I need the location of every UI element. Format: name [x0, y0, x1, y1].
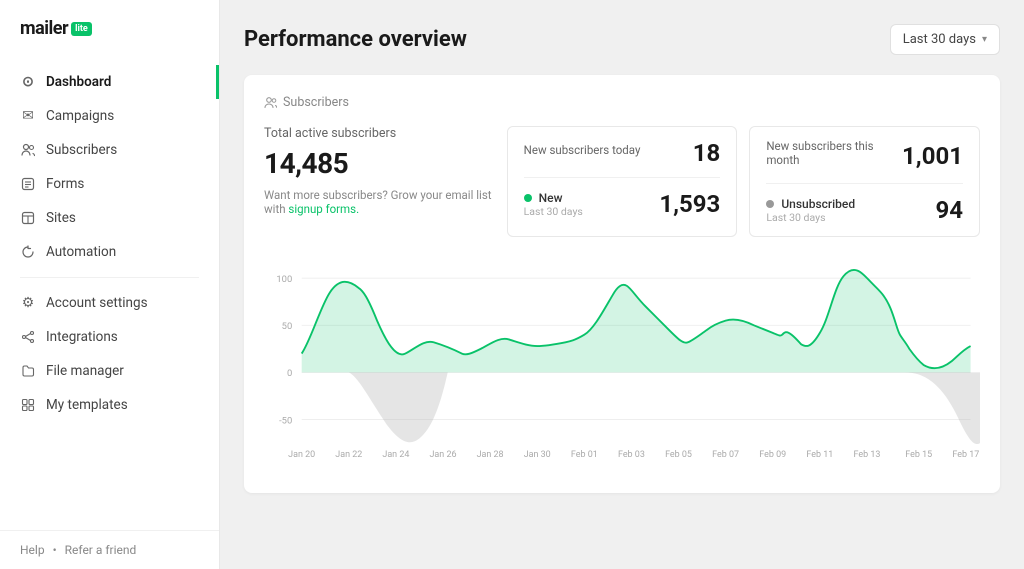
signup-forms-link[interactable]: signup forms.: [288, 202, 359, 216]
date-filter-button[interactable]: Last 30 days ▾: [890, 24, 1000, 55]
svg-text:Feb 17: Feb 17: [952, 450, 979, 460]
chevron-down-icon: ▾: [982, 34, 987, 45]
svg-text:Jan 20: Jan 20: [288, 450, 315, 460]
logo-badge: lite: [71, 22, 92, 36]
unsub-label: Unsubscribed: [781, 197, 855, 211]
svg-text:Feb 03: Feb 03: [618, 450, 645, 460]
sidebar-item-label: Dashboard: [46, 74, 111, 90]
new-label: New: [539, 191, 563, 205]
sidebar-item-label: File manager: [46, 363, 124, 379]
total-subscribers-block: Total active subscribers 14,485 Want mor…: [264, 126, 495, 237]
svg-text:Feb 15: Feb 15: [905, 450, 932, 460]
new-subs-area: [302, 270, 971, 372]
sidebar-item-label: Automation: [46, 244, 116, 260]
total-label: Total active subscribers: [264, 126, 495, 141]
help-link[interactable]: Help: [20, 543, 45, 557]
sidebar-item-forms[interactable]: Forms: [0, 167, 219, 201]
unsub-value: 94: [935, 196, 963, 224]
chart-svg: 100 50 0 -50 Jan 20 Jan 22 Jan 24 Jan 26…: [264, 253, 980, 473]
svg-text:Jan 24: Jan 24: [382, 450, 409, 460]
page-header: Performance overview Last 30 days ▾: [244, 24, 1000, 55]
new-today-value: 18: [693, 139, 721, 167]
logo: mailerlite: [0, 0, 219, 57]
refer-link[interactable]: Refer a friend: [65, 543, 137, 557]
nav-divider: [20, 277, 199, 278]
integrations-icon: [20, 329, 36, 345]
unsub-dot: [766, 200, 774, 208]
footer-separator: •: [53, 543, 57, 557]
automation-icon: [20, 244, 36, 260]
sites-icon: [20, 210, 36, 226]
unsub-area: [302, 372, 980, 444]
sidebar-item-label: Forms: [46, 176, 84, 192]
svg-text:Jan 26: Jan 26: [430, 450, 457, 460]
sidebar-item-label: My templates: [46, 397, 128, 413]
col2-stats: New subscribers today 18 New Last 30 day…: [507, 126, 738, 237]
svg-text:100: 100: [276, 274, 292, 285]
svg-text:-50: -50: [279, 415, 292, 426]
unsub-sublabel: Last 30 days: [766, 211, 855, 224]
section-subscribers-label: Subscribers: [283, 95, 349, 110]
svg-text:50: 50: [282, 321, 293, 332]
subscribers-chart: 100 50 0 -50 Jan 20 Jan 22 Jan 24 Jan 26…: [264, 253, 980, 473]
svg-text:Feb 07: Feb 07: [712, 450, 739, 460]
sidebar-item-account-settings[interactable]: ⚙ Account settings: [0, 286, 219, 320]
sidebar-item-subscribers[interactable]: Subscribers: [0, 133, 219, 167]
main-content: Performance overview Last 30 days ▾ Subs…: [220, 0, 1024, 569]
subscribers-icon: [20, 142, 36, 158]
new-30-info: New Last 30 days: [524, 191, 583, 218]
svg-text:Jan 22: Jan 22: [335, 450, 362, 460]
sidebar-item-label: Campaigns: [46, 108, 114, 124]
sidebar: mailerlite ⊙ Dashboard ✉ Campaigns Subsc…: [0, 0, 220, 569]
dashboard-icon: ⊙: [20, 74, 36, 90]
sidebar-footer: Help • Refer a friend: [0, 530, 219, 569]
file-manager-icon: [20, 363, 36, 379]
sidebar-item-label: Account settings: [46, 295, 148, 311]
sidebar-nav: ⊙ Dashboard ✉ Campaigns Subscribers Form…: [0, 57, 219, 530]
forms-icon: [20, 176, 36, 192]
signup-text: Want more subscribers? Grow your email l…: [264, 188, 495, 216]
page-title: Performance overview: [244, 27, 467, 52]
sidebar-item-integrations[interactable]: Integrations: [0, 320, 219, 354]
new-month-value: 1,001: [902, 142, 963, 170]
section-title: Subscribers: [264, 95, 980, 110]
sidebar-item-file-manager[interactable]: File manager: [0, 354, 219, 388]
svg-text:Feb 05: Feb 05: [665, 450, 692, 460]
campaigns-icon: ✉: [20, 108, 36, 124]
sidebar-item-dashboard[interactable]: ⊙ Dashboard: [0, 65, 219, 99]
svg-text:0: 0: [287, 368, 292, 379]
account-settings-icon: ⚙: [20, 295, 36, 311]
col3-stats: New subscribers this month 1,001 Unsubsc…: [749, 126, 980, 237]
new-today-label: New subscribers today: [524, 143, 641, 157]
sidebar-item-campaigns[interactable]: ✉ Campaigns: [0, 99, 219, 133]
subscribers-section-icon: [264, 96, 277, 109]
sidebar-item-label: Integrations: [46, 329, 118, 345]
date-filter-label: Last 30 days: [903, 32, 976, 47]
sidebar-item-automation[interactable]: Automation: [0, 235, 219, 269]
new-sublabel: Last 30 days: [524, 205, 583, 218]
sidebar-item-label: Subscribers: [46, 142, 117, 158]
new-month-label: New subscribers this month: [766, 139, 902, 167]
sidebar-item-sites[interactable]: Sites: [0, 201, 219, 235]
svg-text:Jan 30: Jan 30: [524, 450, 551, 460]
sidebar-item-label: Sites: [46, 210, 76, 226]
unsub-info: Unsubscribed Last 30 days: [766, 197, 855, 224]
svg-text:Feb 01: Feb 01: [571, 450, 598, 460]
svg-text:Feb 11: Feb 11: [806, 450, 833, 460]
my-templates-icon: [20, 397, 36, 413]
new-dot: [524, 194, 532, 202]
svg-text:Feb 13: Feb 13: [854, 450, 881, 460]
total-value: 14,485: [264, 147, 495, 180]
logo-text: mailer: [20, 18, 68, 39]
svg-text:Jan 28: Jan 28: [477, 450, 504, 460]
performance-card: Subscribers Total active subscribers 14,…: [244, 75, 1000, 493]
sidebar-item-my-templates[interactable]: My templates: [0, 388, 219, 422]
svg-text:Feb 09: Feb 09: [759, 450, 786, 460]
new-value: 1,593: [659, 190, 720, 218]
